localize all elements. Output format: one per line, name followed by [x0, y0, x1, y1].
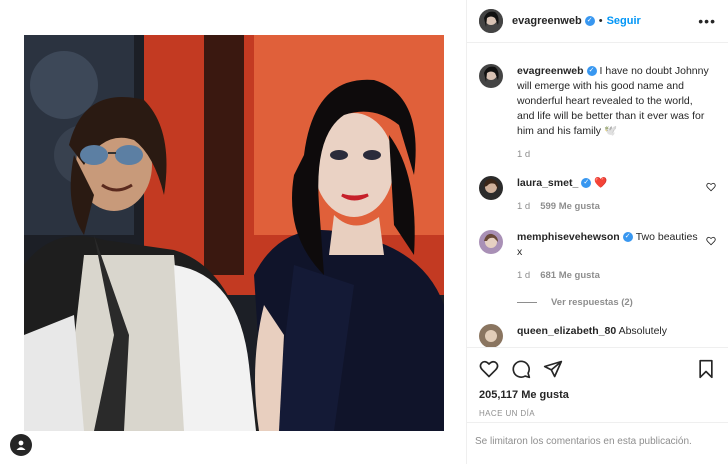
- comment-time[interactable]: 1 d: [517, 270, 530, 281]
- post-likes-count[interactable]: 205,117 Me gusta: [479, 389, 716, 401]
- post-photo[interactable]: [24, 35, 444, 431]
- post-header: evagreenweb ✓ • Seguir •••: [467, 0, 728, 43]
- comments-limited-notice: Se limitaron los comentarios en esta pub…: [467, 422, 728, 464]
- comment-username[interactable]: memphisevehewson: [517, 231, 620, 243]
- comment-avatar[interactable]: [479, 176, 503, 200]
- comment-avatar[interactable]: [479, 324, 503, 347]
- comment-likes[interactable]: 599 Me gusta: [540, 201, 600, 212]
- author-avatar[interactable]: [479, 9, 503, 33]
- caption-avatar[interactable]: [479, 64, 503, 88]
- post-photo-image: [24, 35, 444, 431]
- comment-item: memphisevehewson ✓ Two beauties x 1 d 681 M…: [479, 230, 716, 281]
- media-pane: [0, 0, 467, 464]
- comment-username[interactable]: laura_smet_: [517, 177, 578, 189]
- comment-text: queen_elizabeth_80 Absolutely: [517, 324, 699, 339]
- view-replies-button[interactable]: Ver respuestas (2): [517, 297, 716, 308]
- user-tag-icon[interactable]: [10, 434, 32, 456]
- paper-plane-icon[interactable]: [543, 359, 563, 379]
- comment-avatar[interactable]: [479, 230, 503, 254]
- post-side-panel: evagreenweb ✓ • Seguir ••• evagreenweb ✓ I…: [467, 0, 728, 464]
- caption-time[interactable]: 1 d: [517, 149, 530, 160]
- comment-time[interactable]: 1 d: [517, 201, 530, 212]
- comment-like-heart-icon[interactable]: [706, 236, 716, 246]
- comment-item: laura_smet_ ✓ ❤️ 1 d 599 Me gusta: [479, 176, 716, 212]
- heart-icon[interactable]: [479, 359, 499, 379]
- caption-username[interactable]: evagreenweb: [517, 65, 584, 77]
- post-actions: 205,117 Me gusta HACE UN DÍA: [467, 347, 728, 418]
- post-timestamp[interactable]: HACE UN DÍA: [479, 409, 716, 418]
- comment-meta: 1 d 681 Me gusta: [517, 270, 699, 281]
- dot-separator: •: [598, 15, 603, 27]
- comment-text: memphisevehewson ✓ Two beauties x: [517, 230, 699, 260]
- comment-item: queen_elizabeth_80 Absolutely: [479, 324, 716, 347]
- view-replies-label: Ver respuestas (2): [551, 297, 633, 308]
- instagram-post-view: evagreenweb ✓ • Seguir ••• evagreenweb ✓ I…: [0, 0, 728, 464]
- action-icons: [479, 358, 716, 380]
- replies-divider: [517, 302, 537, 303]
- bookmark-icon[interactable]: [696, 359, 716, 379]
- comment-like-heart-icon[interactable]: [706, 182, 716, 192]
- caption: evagreenweb ✓ I have no doubt Johnny will …: [479, 64, 716, 160]
- more-options-icon[interactable]: •••: [698, 13, 716, 29]
- verified-badge-icon: ✓: [584, 16, 595, 26]
- verified-badge-icon: ✓: [622, 232, 633, 243]
- caption-meta: 1 d: [517, 149, 713, 160]
- comment-body: ❤️: [594, 177, 608, 189]
- comment-icon[interactable]: [511, 359, 531, 379]
- caption-text: evagreenweb ✓ I have no doubt Johnny will …: [517, 64, 713, 139]
- comments-list[interactable]: evagreenweb ✓ I have no doubt Johnny will …: [467, 44, 728, 347]
- comment-username[interactable]: queen_elizabeth_80: [517, 325, 616, 337]
- comment-text: laura_smet_ ✓ ❤️: [517, 176, 699, 191]
- comment-likes[interactable]: 681 Me gusta: [540, 270, 600, 281]
- verified-badge-icon: ✓: [586, 66, 597, 77]
- comment-body: Absolutely: [618, 325, 668, 337]
- comment-meta: 1 d 599 Me gusta: [517, 201, 699, 212]
- verified-badge-icon: ✓: [581, 178, 592, 189]
- follow-button[interactable]: Seguir: [607, 15, 641, 27]
- author-username[interactable]: evagreenweb: [512, 15, 582, 27]
